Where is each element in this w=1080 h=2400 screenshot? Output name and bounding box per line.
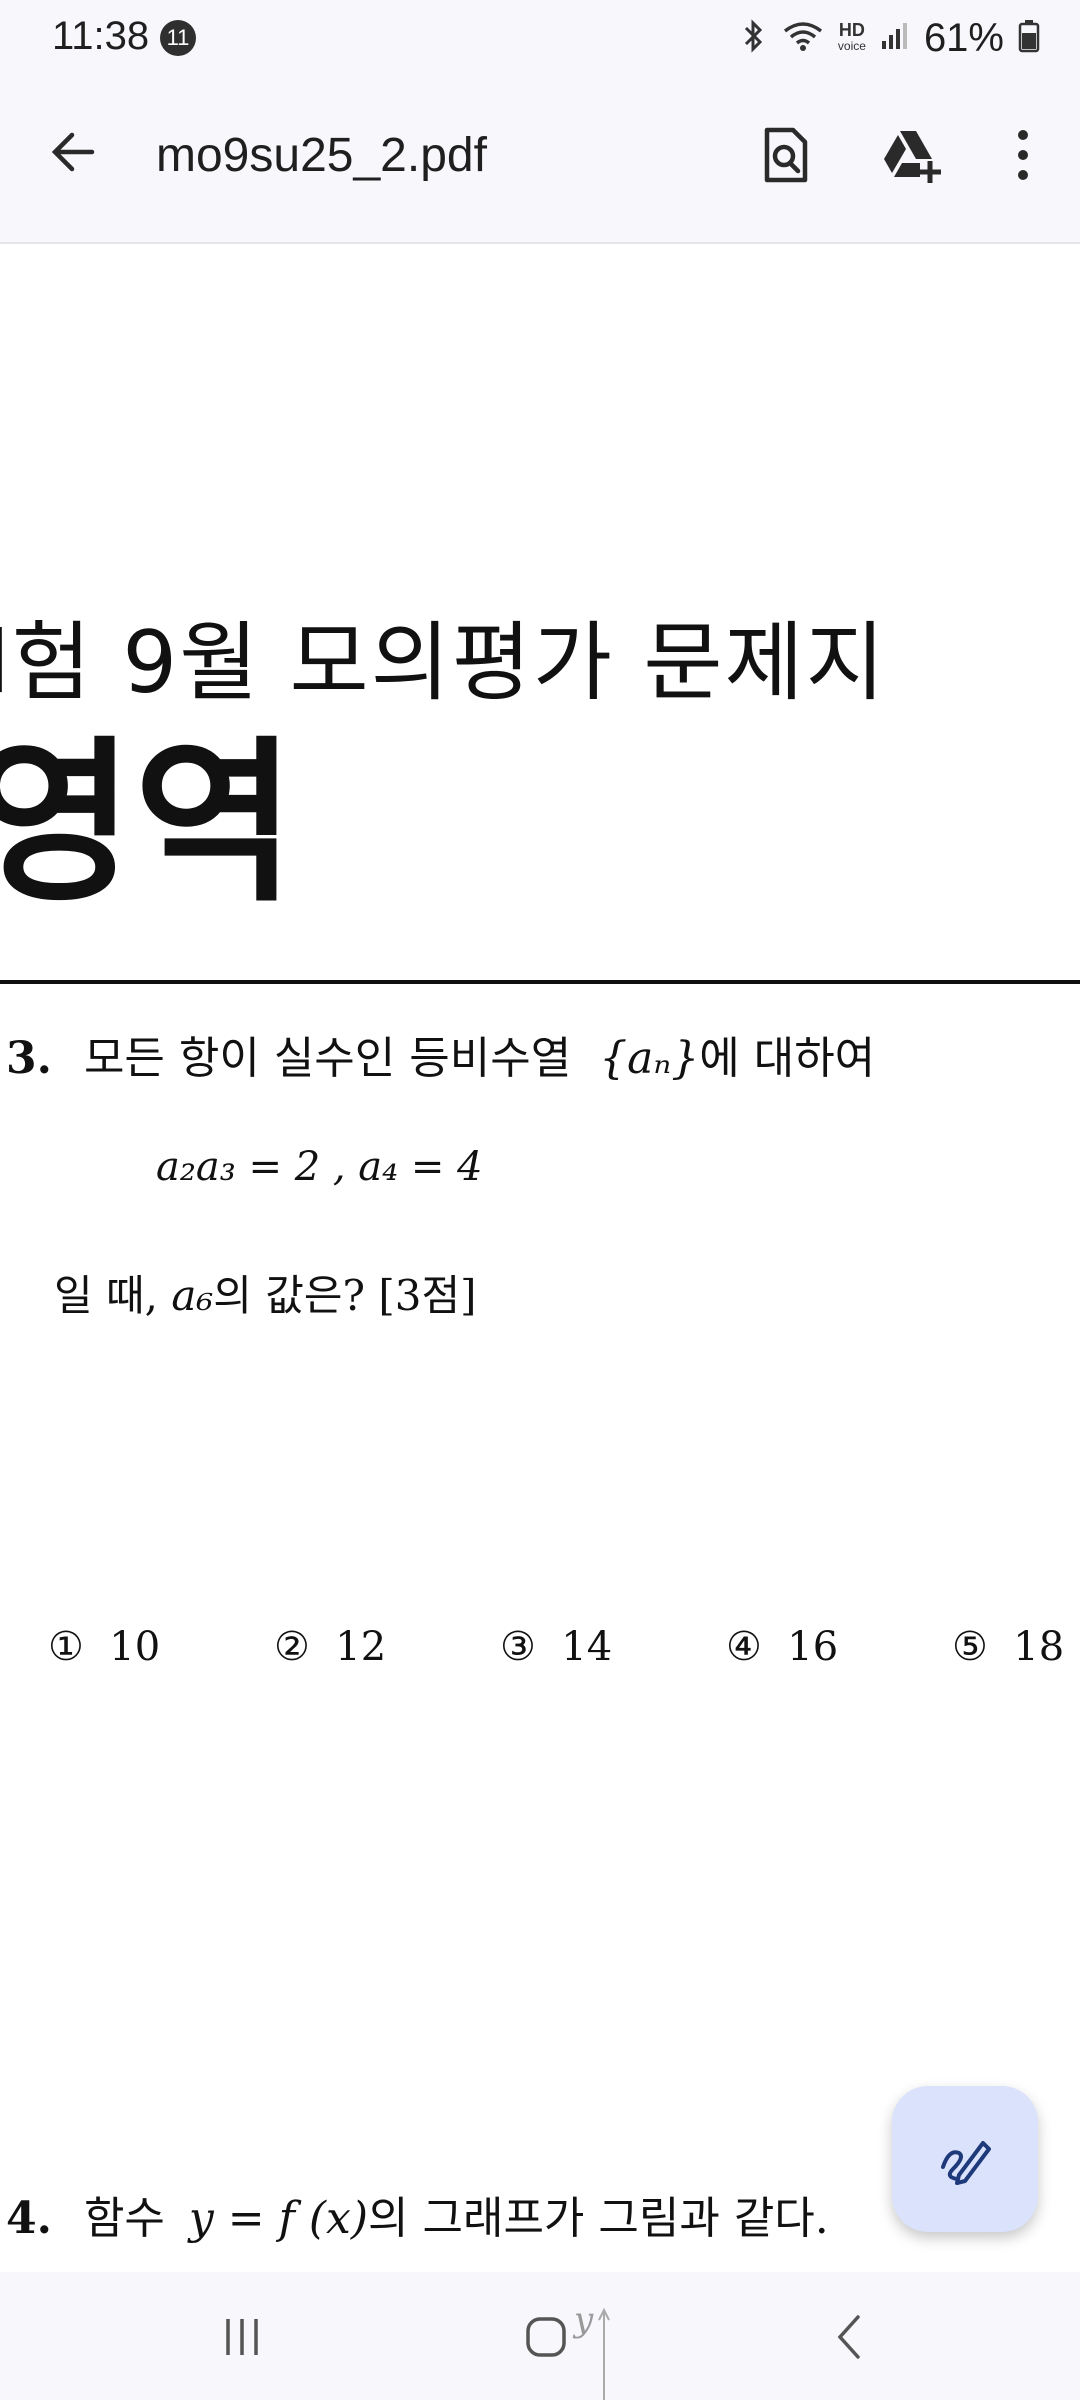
back-button[interactable]	[42, 120, 106, 184]
choice-value: 12	[335, 1624, 387, 1670]
choice-value: 10	[109, 1624, 161, 1670]
question-3-stem: 3. 모든 항이 실수인 등비수열 {aₙ}에 대하여	[6, 1022, 875, 1086]
choice-mark: ②	[274, 1624, 310, 1670]
clock: 11:38	[52, 14, 150, 58]
choice-mark: ①	[48, 1624, 84, 1670]
annotate-fab[interactable]	[892, 2086, 1038, 2232]
question-number: 3.	[6, 1033, 52, 1084]
hd-voice-icon: HD voice	[837, 20, 866, 54]
choice-4: ④ 16	[726, 1624, 838, 1670]
hd-sub-label: voice	[837, 39, 866, 53]
battery-percent: 61%	[923, 15, 1004, 60]
prompt-start: 일 때,	[54, 1271, 158, 1320]
function-expression: y = f (x)	[188, 2193, 369, 2244]
arrow-left-icon	[51, 132, 95, 172]
choice-5: ⑤ 18	[952, 1624, 1064, 1670]
search-in-document-icon	[764, 127, 808, 183]
choice-value: 18	[1013, 1624, 1065, 1670]
question-4-stem: 4. 함수 y = f (x)의 그래프가 그림과 같다.	[6, 2182, 829, 2246]
question-number: 4.	[6, 2193, 52, 2244]
choice-mark: ⑤	[952, 1624, 988, 1670]
partial-axis-label: y	[574, 2300, 594, 2340]
question-text: 모든 항이 실수인 등비수열	[83, 1033, 572, 1084]
question-3-prompt: 일 때, a₆의 값은? [3점]	[54, 1262, 477, 1323]
system-navigation-bar: y	[0, 2272, 1080, 2400]
status-icons: HD voice 61%	[740, 14, 1040, 62]
divider-line	[0, 980, 1080, 984]
choice-1: ① 10	[48, 1624, 160, 1670]
add-to-drive-button[interactable]	[876, 120, 946, 190]
sequence-expression: {aₙ}	[599, 1033, 700, 1084]
subject-area-title: 영역	[0, 721, 296, 926]
annotate-pen-icon	[941, 2141, 991, 2185]
pdf-page[interactable]: l험 9월 모의평가 문제지 영역 3. 모든 항이 실수인 등비수열 {aₙ}…	[0, 244, 1080, 2270]
battery-icon	[1018, 19, 1040, 58]
top-app-bar: mo9su25_2.pdf	[0, 76, 1080, 244]
add-to-drive-icon	[884, 131, 941, 183]
status-bar: 11:38 11 HD voice 61%	[0, 0, 1080, 76]
partial-axis-arrow-icon	[598, 2308, 610, 2400]
hd-label: HD	[838, 20, 865, 40]
choice-mark: ④	[726, 1624, 762, 1670]
question-text-start: 함수	[83, 2193, 165, 2244]
question-text-after: 에 대하여	[699, 1033, 876, 1084]
more-options-button[interactable]	[988, 120, 1058, 190]
search-in-document-button[interactable]	[750, 120, 820, 190]
choice-3: ③ 14	[500, 1624, 612, 1670]
chevron-left-icon	[837, 2315, 860, 2359]
back-nav-button[interactable]	[810, 2302, 890, 2372]
given-equation: a₂a₃ = 2 , a₄ = 4	[156, 1144, 483, 1190]
bluetooth-icon	[740, 18, 768, 59]
home-icon	[526, 2317, 566, 2357]
choice-mark: ③	[500, 1624, 536, 1670]
notification-count-badge: 11	[160, 20, 196, 56]
prompt-end: 의 값은? [3점]	[213, 1271, 477, 1320]
prompt-variable: a₆	[171, 1271, 214, 1320]
choice-2: ② 12	[274, 1624, 386, 1670]
question-text-end: 의 그래프가 그림과 같다.	[368, 2193, 829, 2244]
more-vert-icon	[1018, 130, 1028, 180]
document-title: mo9su25_2.pdf	[156, 129, 487, 182]
wifi-icon	[782, 19, 824, 58]
exam-title: l험 9월 모의평가 문제지	[0, 613, 887, 713]
recent-apps-icon	[226, 2319, 258, 2355]
signal-icon	[880, 21, 910, 56]
recent-apps-button[interactable]	[202, 2302, 282, 2372]
choice-value: 14	[561, 1624, 613, 1670]
choice-value: 16	[787, 1624, 839, 1670]
